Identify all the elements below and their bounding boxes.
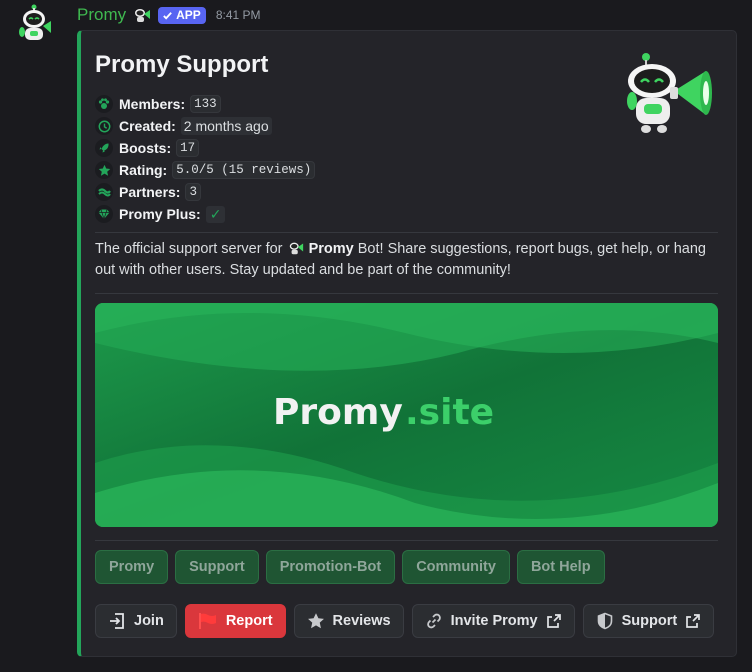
join-button[interactable]: Join: [95, 604, 177, 638]
gem-icon: [95, 205, 113, 223]
divider: [95, 293, 718, 294]
embed-banner-image[interactable]: Promy .site: [95, 303, 718, 527]
field-rating: Rating: 5.0/5 (15 reviews): [95, 159, 316, 181]
tag-bot-help[interactable]: Bot Help: [516, 550, 605, 584]
tag-support[interactable]: Support: [175, 550, 259, 584]
external-link-icon: [686, 614, 701, 628]
star-icon: [307, 613, 324, 629]
avatar[interactable]: [14, 4, 54, 44]
field-promy-plus: Promy Plus: ✓: [95, 203, 315, 225]
embed-description: The official support server for Promy Bo…: [95, 241, 706, 278]
paw-icon: [95, 95, 113, 113]
embed-thumbnail[interactable]: [622, 51, 718, 135]
external-link-icon: [546, 614, 561, 628]
field-partners: Partners: 3: [95, 181, 315, 203]
username[interactable]: Promy: [77, 5, 126, 25]
join-icon: [110, 613, 124, 629]
star-icon: [95, 161, 113, 179]
check-badge: ✓: [205, 205, 226, 223]
checkmark-icon: [163, 11, 172, 20]
app-badge: APP: [158, 6, 206, 24]
embed-fields: Members: 133 Created: 2 months ago Boost…: [95, 93, 316, 225]
banner-suffix: .site: [405, 392, 494, 433]
tag-promy[interactable]: Promy: [95, 550, 169, 584]
handshake-icon: [95, 183, 113, 201]
timestamp: 8:41 PM: [215, 8, 261, 22]
robot-emoji-icon: [135, 9, 151, 22]
flag-icon: [198, 613, 216, 629]
support-button[interactable]: Support: [582, 604, 715, 638]
shield-icon: [597, 612, 612, 630]
embed-card: Promy Support Members: 133 Created: 2 mo…: [77, 30, 737, 657]
tag-community[interactable]: Community: [402, 550, 510, 584]
field-boosts: Boosts: 17: [95, 137, 315, 159]
divider: [95, 232, 718, 233]
robot-emoji-icon: [289, 242, 303, 255]
field-members: Members: 133: [95, 93, 315, 115]
report-button[interactable]: Report: [184, 604, 286, 638]
link-icon: [426, 613, 441, 629]
message-header: Promy APP 8:41 PM: [77, 4, 261, 26]
action-buttons: Join Report Reviews Invite Promy Support: [95, 604, 715, 638]
reviews-button[interactable]: Reviews: [293, 604, 404, 638]
clock-icon: [95, 117, 113, 135]
invite-button[interactable]: Invite Promy: [411, 604, 575, 638]
tag-list: Promy Support Promotion-Bot Community Bo…: [95, 550, 605, 584]
rocket-icon: [95, 139, 113, 157]
tag-promotion-bot[interactable]: Promotion-Bot: [265, 550, 396, 584]
divider: [95, 540, 718, 541]
field-created: Created: 2 months ago: [95, 115, 315, 137]
banner-brand: Promy: [273, 392, 403, 433]
bot-message: Promy APP 8:41 PM Promy Support Members:…: [0, 0, 752, 672]
embed-title: Promy Support: [95, 51, 269, 78]
